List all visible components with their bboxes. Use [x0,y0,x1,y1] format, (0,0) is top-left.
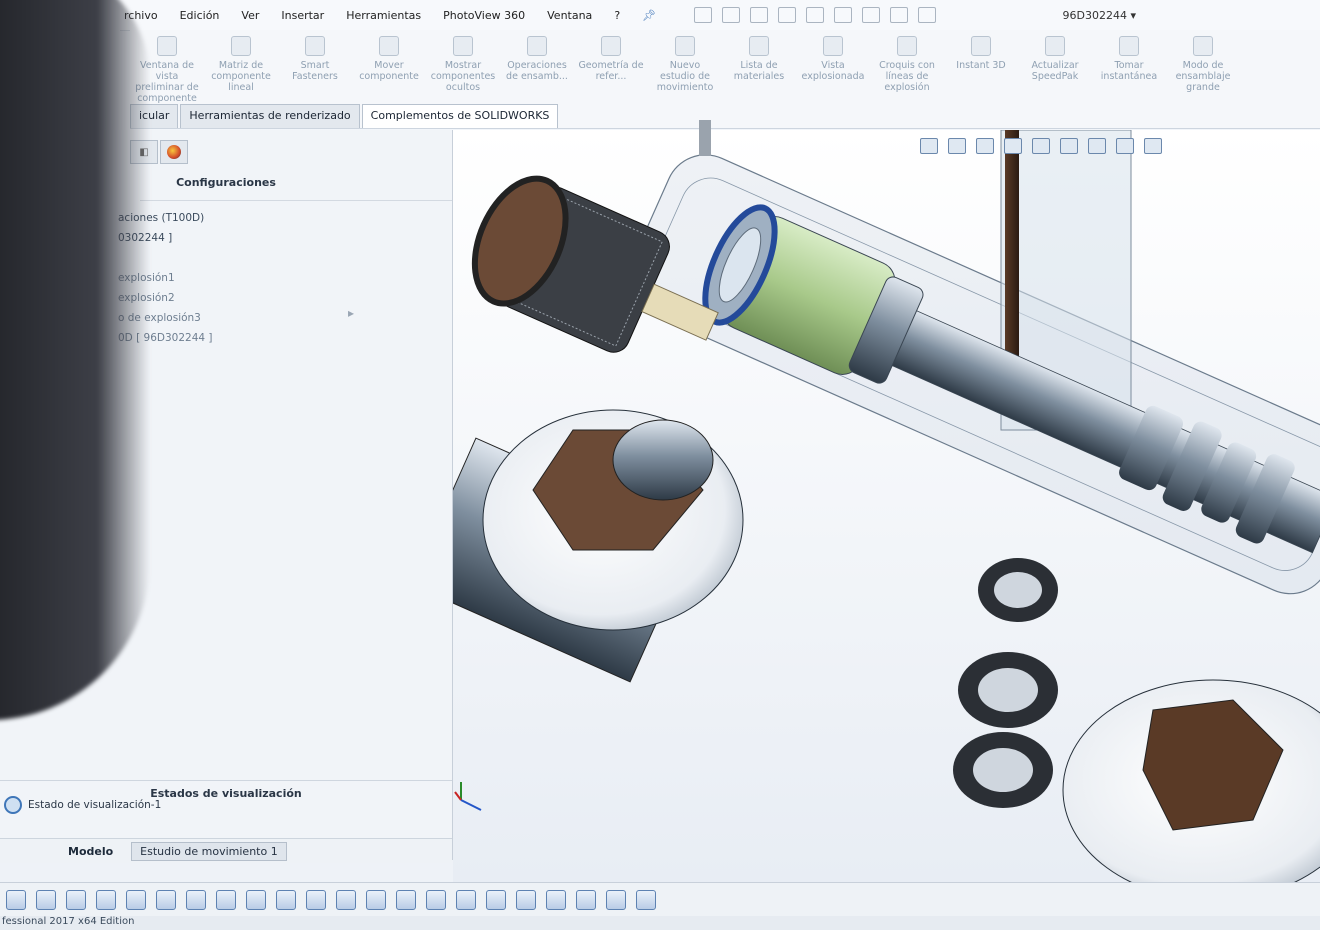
tab-motion-study[interactable]: Estudio de movimiento 1 [131,841,287,861]
measure-icon[interactable] [396,889,416,910]
open-icon[interactable] [722,7,741,23]
menu-view[interactable]: Ver [237,7,263,24]
line-icon[interactable] [66,889,86,910]
text-icon[interactable] [486,889,506,910]
select-arrow-icon[interactable] [6,889,26,910]
pin-icon[interactable]: 📌︎ [638,7,660,24]
move-component-icon [379,36,399,56]
select-icon[interactable] [834,7,853,23]
undo-icon[interactable] [806,7,825,23]
ribbon-update-speedpak[interactable]: Actualizar SpeedPak [1022,36,1088,128]
tab-solidworks-addins[interactable]: Complementos de SOLIDWORKS [361,104,559,128]
axis-icon[interactable] [186,889,206,910]
mouse-cursor-icon: ▸ [348,306,355,320]
graphics-viewport[interactable] [453,130,1320,882]
menu-insert[interactable]: Insertar [277,7,328,24]
menu-tools[interactable]: Herramientas [342,7,425,24]
assembly-features-icon [527,36,547,56]
motion-study-icon [675,36,695,56]
command-tabs: icular Herramientas de renderizado Compl… [130,104,560,128]
solidworks-window: rchivo Edición Ver Insertar Herramientas… [0,0,1320,930]
ribbon-bill-of-materials[interactable]: Lista de materiales [726,36,792,128]
speedpak-icon [1045,36,1065,56]
appearance-globe-icon [167,145,181,159]
show-hidden-icon [453,36,473,56]
previous-view-icon[interactable] [976,138,994,154]
linear-pattern-icon [231,36,251,56]
panel-divider [140,200,452,201]
bottom-tabs: Modelo Estudio de movimiento 1 [0,838,452,863]
mirror-icon[interactable] [306,889,326,910]
point-icon[interactable] [36,889,56,910]
reference-geometry-icon [601,36,621,56]
splitter-handle[interactable] [699,120,711,156]
exploded-view-icon [823,36,843,56]
tab-appearances[interactable] [160,140,188,164]
exploded-assembly-model [453,130,1320,882]
tangent-icon[interactable] [276,889,296,910]
appearance-icon[interactable] [636,889,656,910]
axis-triad-icon [454,782,482,811]
zoom-area-icon[interactable] [948,138,966,154]
tab-render-tools[interactable]: Herramientas de renderizado [180,104,360,128]
view-settings-icon[interactable] [1144,138,1162,154]
status-bar: fessional 2017 x64 Edition [0,916,1320,930]
smart-fasteners-icon [305,36,325,56]
preview-window-icon [157,36,177,56]
coordinate-icon[interactable] [216,889,236,910]
corner-icon[interactable] [246,889,266,910]
hide-show-items-icon[interactable] [1088,138,1106,154]
configuration-selector[interactable]: 96D302244 ▾ [1059,7,1140,24]
zoom-icon[interactable] [456,889,476,910]
lower-disc-assembly [453,409,744,683]
rotate-icon[interactable] [606,889,626,910]
ribbon-exploded-view[interactable]: Vista explosionada [800,36,866,128]
zoom-to-fit-icon[interactable] [920,138,938,154]
explode-line-sketch-icon [897,36,917,56]
view-orientation-icon[interactable] [1032,138,1050,154]
edit-appearance-icon[interactable] [1116,138,1134,154]
display-state-item[interactable]: Estado de visualización-1 [4,796,161,814]
section-view-icon[interactable] [1004,138,1022,154]
rebuild-icon[interactable] [862,7,881,23]
instant-3d-icon [971,36,991,56]
menu-help[interactable]: ? [610,7,624,24]
print-icon[interactable] [778,7,797,23]
bearing-set [953,558,1320,882]
ribbon-take-snapshot[interactable]: Tomar instantánea [1096,36,1162,128]
display-style-icon[interactable] [1060,138,1078,154]
plane-icon[interactable] [96,889,116,910]
menu-window[interactable]: Ventana [543,7,596,24]
person-silhouette [0,0,150,720]
menu-edit[interactable]: Edición [176,7,224,24]
heads-up-view-toolbar [920,138,1162,154]
large-assembly-icon [1193,36,1213,56]
save-icon[interactable] [750,7,769,23]
tab-model[interactable]: Modelo [68,845,113,858]
dimension-icon[interactable] [546,889,566,910]
options-gear-icon[interactable] [918,7,937,23]
section-icon[interactable] [576,889,596,910]
ribbon-large-assembly-mode[interactable]: Modo de ensamblaje grande [1170,36,1236,128]
menu-photoview[interactable]: PhotoView 360 [439,7,529,24]
ribbon-reference-geometry[interactable]: Geometría de refer... [578,36,644,128]
ribbon-instant-3d[interactable]: Instant 3D [948,36,1014,128]
origin-icon[interactable] [336,889,356,910]
file-properties-icon[interactable] [890,7,909,23]
sketch-icon[interactable] [516,889,536,910]
ribbon-explode-line-sketch[interactable]: Croquis con líneas de explosión [874,36,940,128]
quick-access-toolbar [694,7,937,23]
bom-icon [749,36,769,56]
angle-icon[interactable] [426,889,446,910]
mate-icon[interactable] [366,889,386,910]
shaded-icon[interactable] [126,889,146,910]
new-document-icon[interactable] [694,7,713,23]
display-state-icon [4,796,22,814]
menu-bar: rchivo Edición Ver Insertar Herramientas… [120,0,1320,31]
cube-icon[interactable] [156,889,176,910]
sketch-toolbar [0,882,1320,916]
snapshot-icon [1119,36,1139,56]
ribbon-new-motion-study[interactable]: Nuevo estudio de movimiento [652,36,718,128]
